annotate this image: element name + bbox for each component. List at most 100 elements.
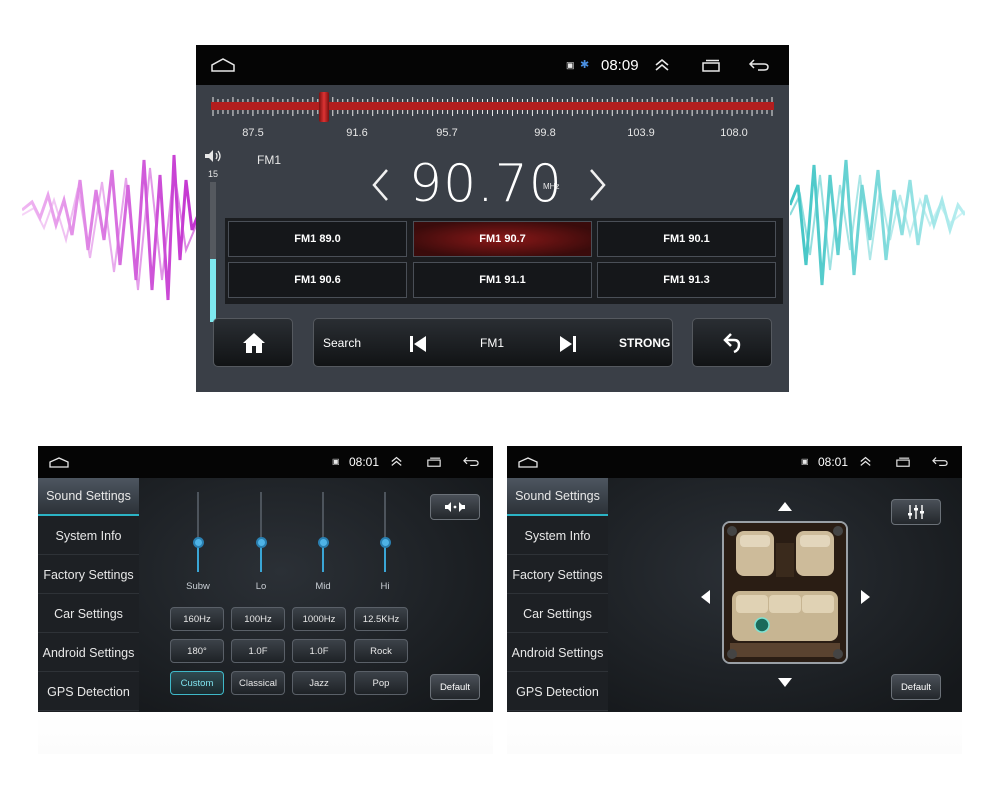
recent-apps-icon[interactable] [895,457,911,467]
balance-right-arrow-icon[interactable] [861,590,870,604]
preset-button[interactable]: FM1 90.1 [597,221,776,257]
freq-button[interactable]: 160Hz [170,607,224,631]
preset-button[interactable]: FM1 90.7 [413,221,592,257]
eq-slider-knob[interactable] [379,536,391,548]
preset-button[interactable]: FM1 89.0 [228,221,407,257]
sidebar-item-sound-settings[interactable]: Sound Settings [507,478,608,516]
sidebar-item-factory-settings[interactable]: Factory Settings [507,556,608,594]
skip-back-icon[interactable] [409,335,427,353]
sound-wave-left [22,154,200,301]
control-bar: Search FM1 STRONG [313,318,673,367]
preset-rock-button[interactable]: Rock [354,639,408,663]
sidebar-item-gps-detection[interactable]: GPS Detection [507,673,608,711]
sim-icon: ▣ [566,60,575,70]
sidebar-item-system-info[interactable]: System Info [507,517,608,555]
scale-label: 99.8 [534,127,556,139]
eq-panel: Subw Lo Mid Hi 160Hz 100Hz 1000Hz 12.5KH… [139,478,493,712]
reflection-right [507,714,962,754]
fader-down-arrow-icon[interactable] [778,678,792,687]
preset-button[interactable]: FM1 91.3 [597,262,776,298]
sidebar-item-android-settings[interactable]: Android Settings [507,634,608,672]
preset-button[interactable]: FM1 91.1 [413,262,592,298]
eq-slider-knob[interactable] [192,536,204,548]
preset-jazz-button[interactable]: Jazz [292,671,346,695]
q-button[interactable]: 1.0F [292,639,346,663]
freq-button[interactable]: 100Hz [231,607,285,631]
preset-button[interactable]: FM1 90.6 [228,262,407,298]
eq-slider-knob[interactable] [317,536,329,548]
slider-label-lo: Lo [255,581,267,592]
back-icon[interactable] [748,58,770,72]
recent-apps-icon[interactable] [701,59,721,72]
phase-button[interactable]: 180° [170,639,224,663]
scale-label: 91.6 [346,127,368,139]
chevron-up-icon[interactable] [859,456,872,467]
sidebar-item-android-settings[interactable]: Android Settings [38,634,139,672]
sim-icon: ▣ [801,457,809,466]
band-button[interactable]: FM1 [480,336,504,350]
sidebar-item-sound-settings[interactable]: Sound Settings [38,478,139,516]
freq-button[interactable]: 1000Hz [292,607,346,631]
tuner-needle[interactable] [318,92,329,122]
volume-slider[interactable] [210,182,216,322]
next-frequency-icon[interactable] [587,168,607,202]
status-bar: ▣ 08:01 [507,446,962,478]
preset-pop-button[interactable]: Pop [354,671,408,695]
back-icon[interactable] [931,456,949,467]
reflection-left [38,714,493,754]
status-bar: ▣ ✱ 08:09 [196,45,789,85]
scale-labels: 87.5 91.6 95.7 99.8 103.9 108.0 [211,127,774,141]
car-interior-image[interactable] [722,521,848,664]
sidebar-item-gps-detection[interactable]: GPS Detection [38,673,139,711]
sidebar-item-factory-settings[interactable]: Factory Settings [38,556,139,594]
back-icon[interactable] [462,456,480,467]
sound-wave-right [790,159,965,286]
slider-label-mid: Mid [315,581,331,592]
home-outline-icon[interactable] [49,457,69,468]
balance-mode-button[interactable] [430,494,480,520]
volume-icon[interactable] [204,149,222,163]
tuner-scale[interactable] [211,92,774,122]
skip-forward-icon[interactable] [559,335,577,353]
sound-settings-eq-screen: ▣ 08:01 Sound Settings System Info Facto… [38,446,493,712]
settings-sidebar: Sound Settings System Info Factory Setti… [507,478,608,712]
sidebar-item-car-settings[interactable]: Car Settings [507,595,608,633]
freq-button[interactable]: 12.5KHz [354,607,408,631]
volume-value: 15 [208,169,219,179]
balance-left-arrow-icon[interactable] [701,590,710,604]
band-label: FM1 [257,153,281,167]
volume-fill [210,259,216,322]
return-button[interactable] [692,318,772,367]
chevron-up-icon[interactable] [654,58,670,72]
clock: 08:09 [601,57,639,74]
radio-screen: ▣ ✱ 08:09 87.5 91.6 95.7 99.8 103.9 108.… [196,45,789,392]
scale-label: 95.7 [436,127,458,139]
scale-label: 87.5 [242,127,264,139]
preset-custom-button[interactable]: Custom [170,671,224,695]
default-button[interactable]: Default [891,674,941,700]
eq-sliders-icon [908,505,924,519]
default-button[interactable]: Default [430,674,480,700]
home-outline-icon[interactable] [210,58,236,72]
q-button[interactable]: 1.0F [231,639,285,663]
eq-slider-knob[interactable] [255,536,267,548]
search-button[interactable]: Search [323,336,361,350]
recent-apps-icon[interactable] [426,457,442,467]
signal-strength-button[interactable]: STRONG [619,336,670,350]
sim-icon: ▣ [332,457,340,466]
fader-up-arrow-icon[interactable] [778,502,792,511]
slider-label-subw: Subw [186,581,210,592]
bluetooth-icon: ✱ [580,59,590,71]
frequency-unit: MHz [543,182,560,191]
chevron-up-icon[interactable] [390,456,403,467]
eq-mode-button[interactable] [891,499,941,525]
settings-sidebar: Sound Settings System Info Factory Setti… [38,478,139,712]
sidebar-item-car-settings[interactable]: Car Settings [38,595,139,633]
sidebar-item-system-info[interactable]: System Info [38,517,139,555]
home-outline-icon[interactable] [518,457,538,468]
preset-classical-button[interactable]: Classical [231,671,285,695]
sound-settings-balance-screen: ▣ 08:01 Sound Settings System Info Facto… [507,446,962,712]
balance-panel: Default [608,478,962,712]
home-button[interactable] [213,318,293,367]
prev-frequency-icon[interactable] [371,168,391,202]
